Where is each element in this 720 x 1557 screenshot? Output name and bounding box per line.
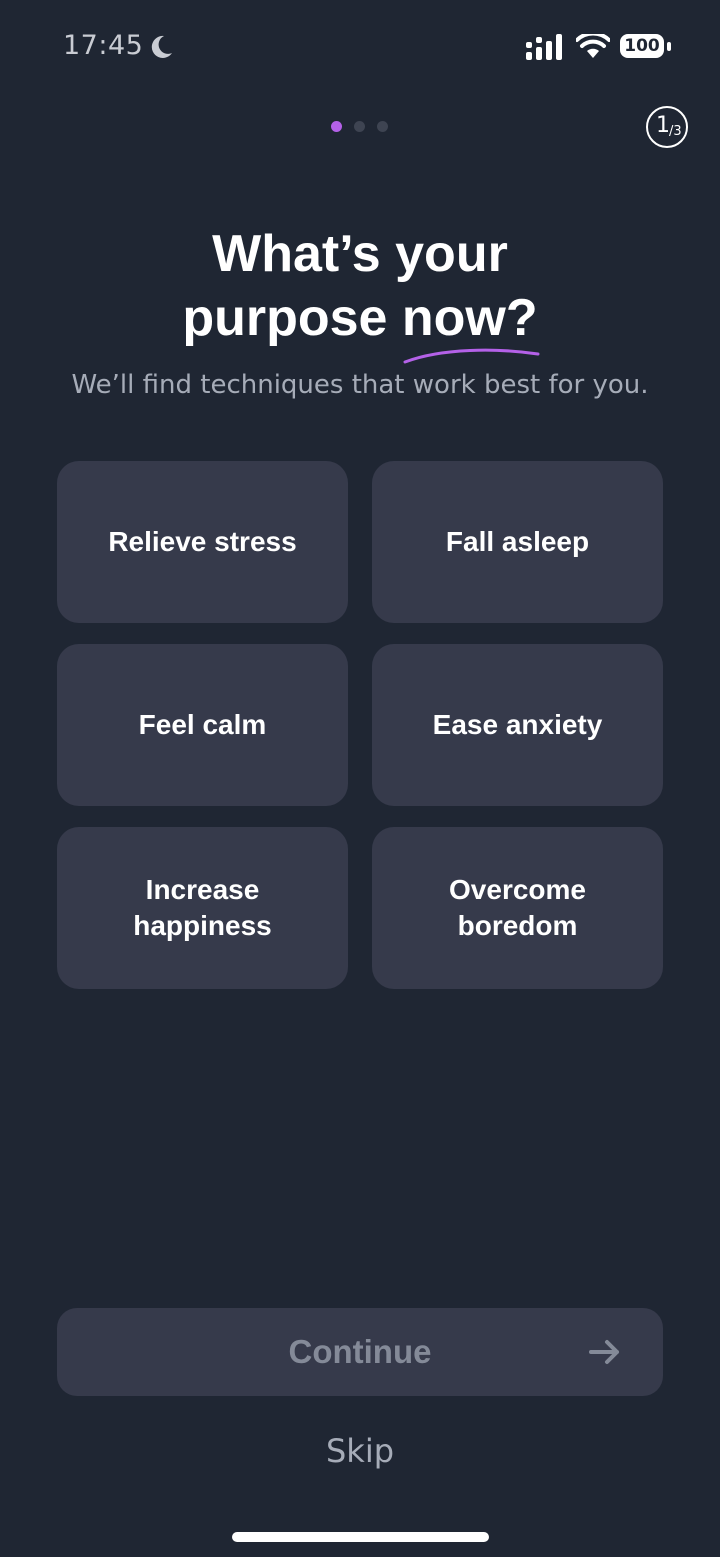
status-time: 17:45	[63, 30, 144, 61]
page-dot-active	[331, 121, 342, 132]
option-ease-anxiety[interactable]: Ease anxiety	[372, 644, 663, 806]
wifi-icon	[576, 34, 610, 58]
step-current: 1	[656, 113, 670, 138]
skip-link[interactable]: Skip	[0, 1432, 720, 1470]
option-label: Fall asleep	[445, 526, 590, 557]
status-bar: 17:45 100	[0, 0, 720, 96]
arrow-right-icon	[589, 1340, 619, 1364]
option-increase-happiness[interactable]: Increase happiness	[57, 827, 348, 989]
step-total: /3	[669, 124, 682, 139]
battery-icon: 100	[620, 34, 672, 62]
continue-button[interactable]: Continue	[57, 1308, 663, 1396]
page-dot	[354, 121, 365, 132]
continue-label: Continue	[288, 1333, 432, 1370]
step-counter-badge: 1 /3	[646, 106, 688, 148]
page-dot	[377, 121, 388, 132]
title-underline-decoration	[403, 348, 540, 364]
option-overcome-boredom[interactable]: Overcome boredom	[372, 827, 663, 989]
home-indicator[interactable]	[232, 1532, 489, 1542]
option-label: Ease anxiety	[432, 709, 603, 740]
option-feel-calm[interactable]: Feel calm	[57, 644, 348, 806]
title-line-2: purpose now?	[182, 289, 538, 347]
battery-level: 100	[624, 36, 660, 56]
option-fall-asleep[interactable]: Fall asleep	[372, 461, 663, 623]
page-subtitle: We’ll find techniques that work best for…	[71, 370, 649, 400]
option-label: Overcome boredom	[449, 874, 586, 941]
option-relieve-stress[interactable]: Relieve stress	[57, 461, 348, 623]
page-title: What’s your purpose now?	[0, 222, 720, 350]
option-label: Relieve stress	[108, 526, 297, 557]
signal-icon	[526, 34, 562, 60]
option-label: Feel calm	[138, 709, 267, 740]
title-line-1: What’s your	[212, 225, 508, 283]
option-label: Increase happiness	[133, 874, 272, 941]
moon-icon	[151, 35, 172, 58]
